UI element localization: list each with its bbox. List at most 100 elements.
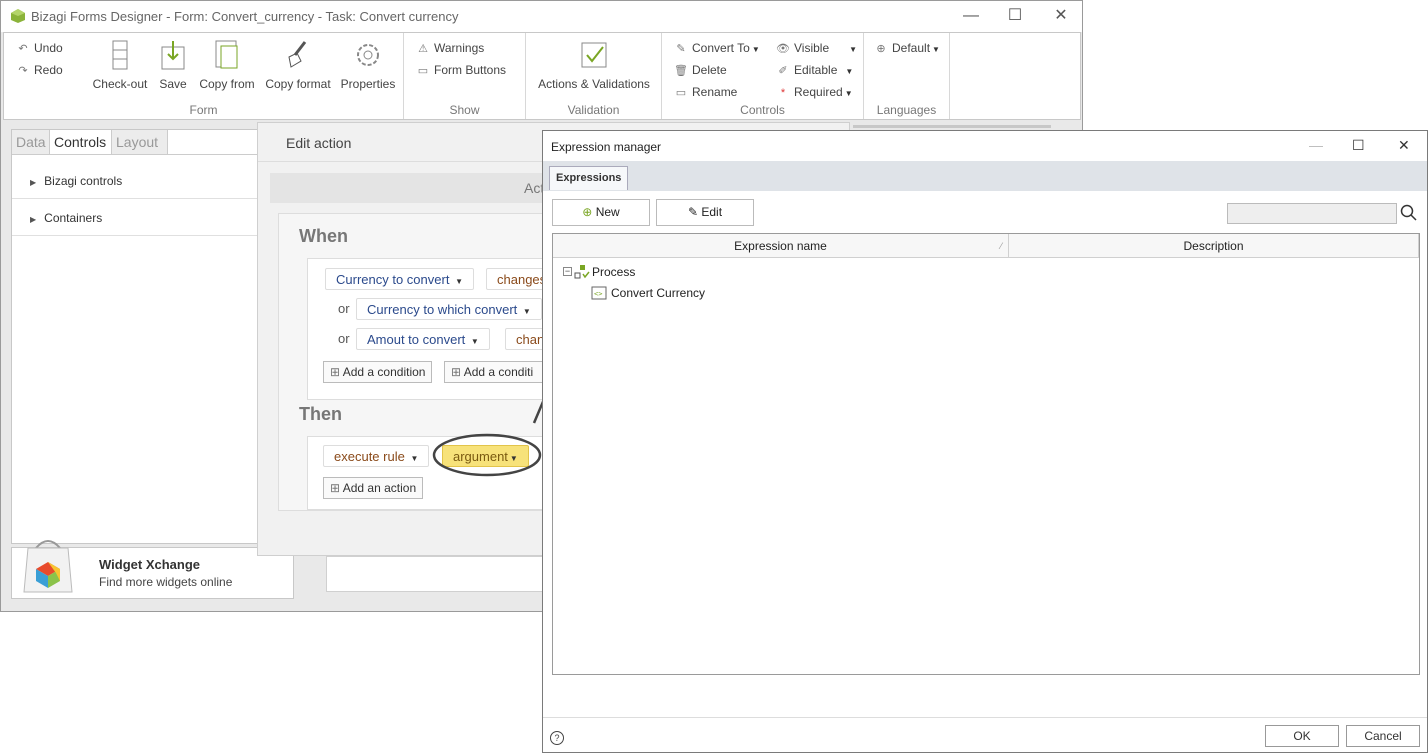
search-input[interactable]	[1227, 203, 1397, 224]
minimize-button[interactable]: —	[949, 5, 993, 27]
shopping-bag-icon	[23, 540, 73, 593]
process-icon	[574, 265, 590, 279]
canvas-edge	[853, 125, 1051, 128]
delete-label: Delete	[692, 63, 727, 77]
or-label-3: or	[338, 331, 350, 346]
delete-button[interactable]: 🗑 Delete	[674, 63, 727, 77]
copy-format-button[interactable]: Copy format	[264, 39, 332, 91]
search-icon[interactable]	[1400, 204, 1418, 222]
footer-divider	[543, 717, 1427, 718]
checkout-button[interactable]: Check-out	[92, 39, 148, 91]
warnings-button[interactable]: ⚠ Warnings	[416, 41, 484, 55]
tree-item-bizagi-controls[interactable]: ▶ Bizagi controls	[12, 163, 260, 199]
controls-group: ✎ Convert To ▼ 🗑 Delete ▭ Rename 👁 Visible ▼ ✐…	[662, 33, 864, 119]
add-condition-icon: ⊞	[330, 365, 341, 379]
convert-to-button[interactable]: ✎ Convert To ▼	[674, 41, 759, 55]
expression-grid: Expression name ⁄ Description − Process <…	[552, 233, 1420, 675]
copy-from-button[interactable]: Copy from	[198, 39, 256, 91]
show-group: ⚠ Warnings ▭ Form Buttons Show	[404, 33, 526, 119]
copy-from-icon	[215, 40, 238, 69]
required-label: Required	[794, 85, 843, 99]
expression-manager-title: Expression manager	[551, 140, 662, 154]
form-buttons-label: Form Buttons	[434, 63, 507, 77]
tab-controls[interactable]: Controls	[50, 130, 112, 154]
save-button[interactable]: Save	[156, 39, 190, 91]
ribbon: ↶ Undo ↷ Redo Check-out Save Copy from Cop…	[3, 32, 1081, 120]
dialog-title: Edit action	[286, 135, 352, 151]
chevron-down-icon: ▼	[844, 89, 853, 98]
edit-icon: ✐	[778, 65, 788, 77]
left-panel: Data Controls Layout ▶ Bizagi controls ▶ C…	[11, 129, 261, 544]
checkout-label: Check-out	[92, 77, 148, 91]
language-default-button[interactable]: ⊕ Default ▼	[874, 41, 940, 55]
redo-label: Redo	[34, 63, 63, 77]
edit-button[interactable]: ✎ Edit	[656, 199, 754, 226]
redo-button[interactable]: ↷ Redo	[16, 63, 63, 77]
column-expression-name[interactable]: Expression name ⁄	[553, 234, 1009, 258]
chevron-right-icon: ▶	[30, 178, 37, 187]
chevron-down-icon: ▼	[410, 454, 419, 463]
tree-item-containers[interactable]: ▶ Containers	[12, 200, 260, 236]
or-label-2: or	[338, 301, 350, 316]
undo-label: Undo	[34, 41, 63, 55]
chevron-down-icon: ▼	[932, 45, 940, 54]
required-button[interactable]: * Required ▼	[776, 85, 853, 99]
languages-group-label: Languages	[876, 103, 937, 117]
save-label: Save	[159, 77, 187, 91]
cancel-button[interactable]: Cancel	[1346, 725, 1420, 747]
form-group-label: Form	[189, 103, 218, 117]
maximize-button[interactable]: ☐	[993, 5, 1037, 27]
column-description[interactable]: Description	[1009, 234, 1419, 258]
when-title: When	[299, 226, 348, 246]
expression-icon: <>	[591, 286, 607, 300]
title-bar: Bizagi Forms Designer - Form: Convert_cu…	[1, 1, 1082, 32]
tree-node-label: Process	[592, 265, 636, 279]
validation-group-label: Validation	[567, 103, 620, 117]
tab-divider	[12, 154, 260, 155]
server-icon	[112, 40, 128, 70]
add-icon: ⊕	[582, 205, 593, 219]
close-icon[interactable]: ✕	[1398, 137, 1410, 154]
show-group-label: Show	[449, 103, 480, 117]
then-title: Then	[299, 404, 342, 424]
column-label: Expression name	[734, 239, 827, 253]
add-action-button[interactable]: ⊞ Add an action	[323, 477, 424, 499]
editable-button[interactable]: ✐ Editable ▼	[776, 63, 853, 77]
collapse-icon[interactable]: −	[563, 267, 572, 276]
trash-icon: 🗑	[674, 65, 688, 77]
language-default-label: Default	[892, 41, 931, 55]
maximize-icon[interactable]: ☐	[1352, 137, 1365, 154]
tab-data[interactable]: Data	[12, 130, 50, 154]
add-condition-button[interactable]: ⊞ Add a condition	[323, 361, 433, 383]
chevron-down-icon: ▼	[845, 67, 854, 76]
properties-button[interactable]: Properties	[340, 39, 396, 91]
help-icon[interactable]: ?	[550, 731, 564, 745]
gear-icon	[357, 44, 379, 66]
new-button[interactable]: ⊕ New	[552, 199, 650, 226]
close-button[interactable]: ✕	[1039, 5, 1083, 27]
tab-expressions[interactable]: Expressions	[549, 166, 629, 190]
tree-node-convert-currency[interactable]: <> Convert Currency	[591, 285, 891, 303]
minimize-icon[interactable]: —	[1309, 137, 1323, 153]
visible-button[interactable]: 👁 Visible ▼	[776, 41, 857, 55]
editable-label: Editable	[794, 63, 838, 77]
convert-to-label: Convert To	[692, 41, 750, 55]
tree-node-process[interactable]: − Process	[561, 264, 861, 282]
add-condition-label: Add a condition	[342, 365, 426, 379]
rename-button[interactable]: ▭ Rename	[674, 85, 738, 99]
undo-button[interactable]: ↶ Undo	[16, 41, 63, 55]
widget-subtitle: Find more widgets online	[99, 575, 233, 589]
actions-validations-button[interactable]: Actions & Validations	[534, 39, 654, 91]
svg-text:<>: <>	[594, 290, 602, 298]
add-action-icon: ⊞	[330, 481, 341, 495]
action-command[interactable]: execute rule ▼	[323, 445, 430, 467]
tree-node-label: Convert Currency	[611, 286, 706, 300]
warnings-label: Warnings	[434, 41, 485, 55]
widget-xchange-banner[interactable]: Widget Xchange Find more widgets online	[11, 540, 294, 599]
tab-layout[interactable]: Layout	[112, 130, 168, 154]
checkbox-icon	[581, 42, 607, 68]
form-buttons-button[interactable]: ▭ Form Buttons	[416, 63, 506, 77]
ok-button[interactable]: OK	[1265, 725, 1339, 747]
controls-group-label: Controls	[740, 103, 785, 117]
window-title: Bizagi Forms Designer - Form: Convert_cu…	[31, 9, 459, 24]
